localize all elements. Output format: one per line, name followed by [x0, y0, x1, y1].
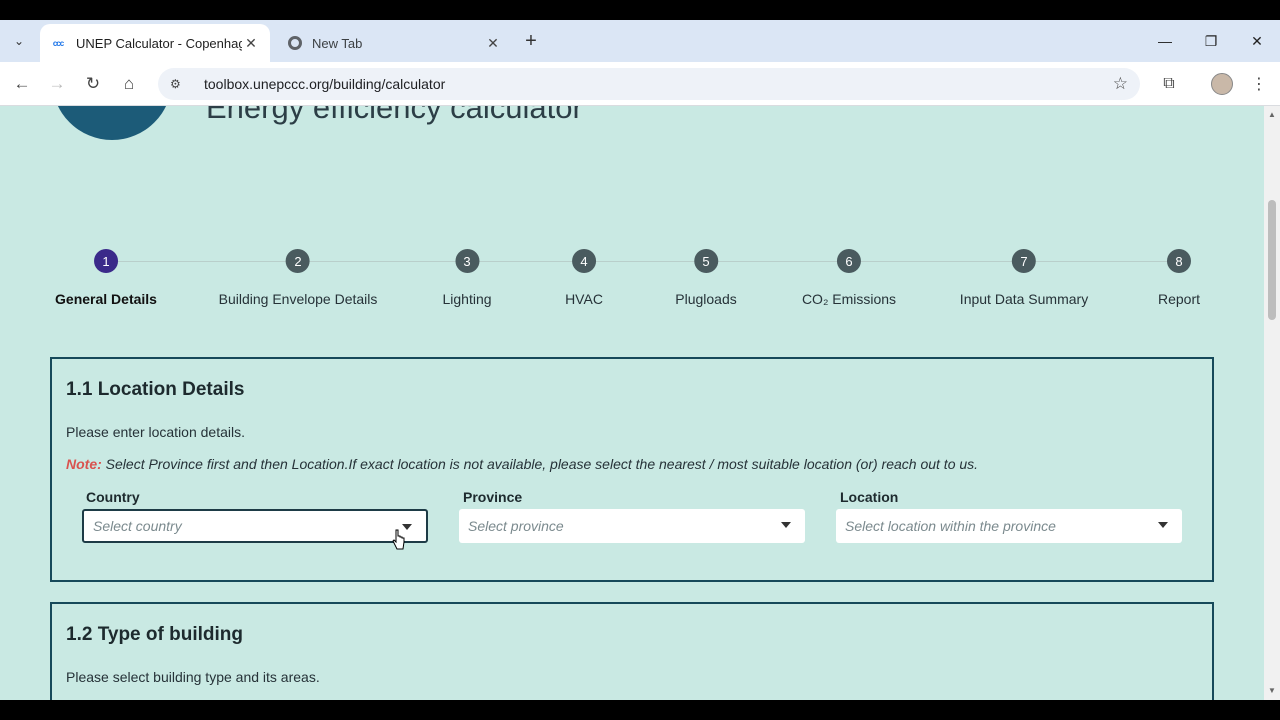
location-details-card: 1.1 Location Details Please enter locati…: [50, 357, 1214, 582]
tab-search-icon[interactable]: ⌄: [6, 30, 32, 52]
site-logo: [52, 106, 172, 140]
step-report[interactable]: 8 Report: [1158, 249, 1200, 307]
location-select[interactable]: Select location within the province: [836, 509, 1182, 543]
step-number: 1: [94, 249, 118, 273]
step-number: 3: [454, 249, 479, 273]
site-info-icon[interactable]: ⚙: [170, 77, 192, 91]
step-label: CO₂ Emissions: [801, 291, 897, 307]
country-placeholder: Select country: [93, 518, 182, 534]
step-number: 5: [694, 249, 718, 273]
menu-kebab-icon[interactable]: ⋮: [1246, 71, 1272, 97]
step-label: Input Data Summary: [959, 291, 1089, 307]
location-label: Location: [840, 489, 899, 505]
tab-unep-calculator[interactable]: ccc UNEP Calculator - Copenhagen ✕: [40, 24, 270, 62]
step-co2-emissions[interactable]: 6 CO₂ Emissions: [802, 249, 896, 307]
page-scrollbar[interactable]: ▲ ▼: [1264, 106, 1280, 700]
reload-icon[interactable]: ↻: [80, 71, 106, 97]
section-description: Please enter location details.: [66, 424, 245, 440]
step-hvac[interactable]: 4 HVAC: [565, 249, 603, 307]
step-label: Plugloads: [675, 291, 737, 307]
tab-title: New Tab: [312, 35, 363, 51]
page-title: Energy efficiency calculator: [206, 106, 583, 125]
screen: ⌄ ccc UNEP Calculator - Copenhagen ✕ New…: [0, 0, 1280, 720]
note-label: Note:: [66, 456, 102, 472]
step-building-envelope[interactable]: 2 Building Envelope Details: [218, 249, 378, 307]
tab-close-icon[interactable]: ✕: [242, 35, 260, 52]
step-input-data-summary[interactable]: 7 Input Data Summary: [960, 249, 1088, 307]
scroll-down-icon[interactable]: ▼: [1268, 686, 1276, 695]
step-number: 8: [1167, 249, 1191, 273]
province-label: Province: [463, 489, 523, 505]
tab-strip: ⌄ ccc UNEP Calculator - Copenhagen ✕ New…: [0, 20, 1280, 62]
step-label: Lighting: [442, 291, 492, 307]
step-number: 6: [837, 249, 861, 273]
caret-down-icon: [781, 522, 791, 528]
address-bar[interactable]: ⚙ toolbox.unepccc.org/building/calculato…: [158, 68, 1140, 100]
bookmark-star-icon[interactable]: ☆: [1113, 74, 1128, 94]
step-label: HVAC: [565, 291, 603, 307]
location-note: Note: Select Province first and then Loc…: [66, 456, 978, 472]
location-placeholder: Select location within the province: [845, 518, 1056, 534]
step-general-details[interactable]: 1 General Details: [55, 249, 157, 307]
building-type-card: 1.2 Type of building Please select build…: [50, 602, 1214, 700]
new-tab-plus-icon[interactable]: +: [520, 30, 542, 52]
url-text: toolbox.unepccc.org/building/calculator: [204, 76, 446, 92]
step-label: Building Envelope Details: [218, 291, 378, 307]
caret-down-icon: [1158, 522, 1168, 528]
chrome-favicon-icon: [288, 36, 302, 50]
step-number: 7: [1011, 249, 1036, 273]
scrollbar-thumb[interactable]: [1268, 200, 1276, 320]
profile-avatar-icon[interactable]: [1211, 73, 1233, 95]
restore-icon[interactable]: ❐: [1196, 30, 1226, 52]
section-description: Please select building type and its area…: [66, 669, 320, 685]
page-viewport: Energy efficiency calculator 1 General D…: [0, 106, 1264, 700]
tab-title: UNEP Calculator - Copenhagen: [76, 35, 242, 51]
extensions-puzzle-icon[interactable]: ⧉: [1156, 71, 1182, 97]
window-close-icon[interactable]: ✕: [1242, 30, 1272, 52]
back-arrow-icon[interactable]: ←: [9, 71, 35, 97]
step-label: General Details: [55, 291, 157, 307]
step-number: 4: [571, 249, 596, 273]
step-plugloads[interactable]: 5 Plugloads: [675, 249, 737, 307]
mouse-pointer-icon: [392, 529, 405, 550]
section-title: 1.1 Location Details: [66, 379, 245, 400]
step-number: 2: [285, 249, 310, 273]
step-lighting[interactable]: 3 Lighting: [442, 249, 492, 307]
country-label: Country: [86, 489, 140, 505]
unep-favicon-icon: ccc: [52, 38, 64, 48]
tab-close-icon[interactable]: ✕: [484, 35, 502, 52]
country-select[interactable]: Select country: [82, 509, 428, 543]
scroll-up-icon[interactable]: ▲: [1268, 110, 1276, 119]
browser-toolbar: ← → ↻ ⌂ ⚙ toolbox.unepccc.org/building/c…: [0, 62, 1280, 106]
minimize-icon[interactable]: —: [1150, 30, 1180, 52]
note-text: Select Province first and then Location.…: [101, 456, 979, 472]
home-icon[interactable]: ⌂: [116, 71, 142, 97]
step-label: Report: [1157, 291, 1201, 307]
tab-new-tab[interactable]: New Tab ✕: [278, 24, 512, 62]
province-placeholder: Select province: [468, 518, 564, 534]
forward-arrow-icon[interactable]: →: [44, 71, 70, 97]
section-title: 1.2 Type of building: [66, 624, 243, 645]
province-select[interactable]: Select province: [459, 509, 805, 543]
